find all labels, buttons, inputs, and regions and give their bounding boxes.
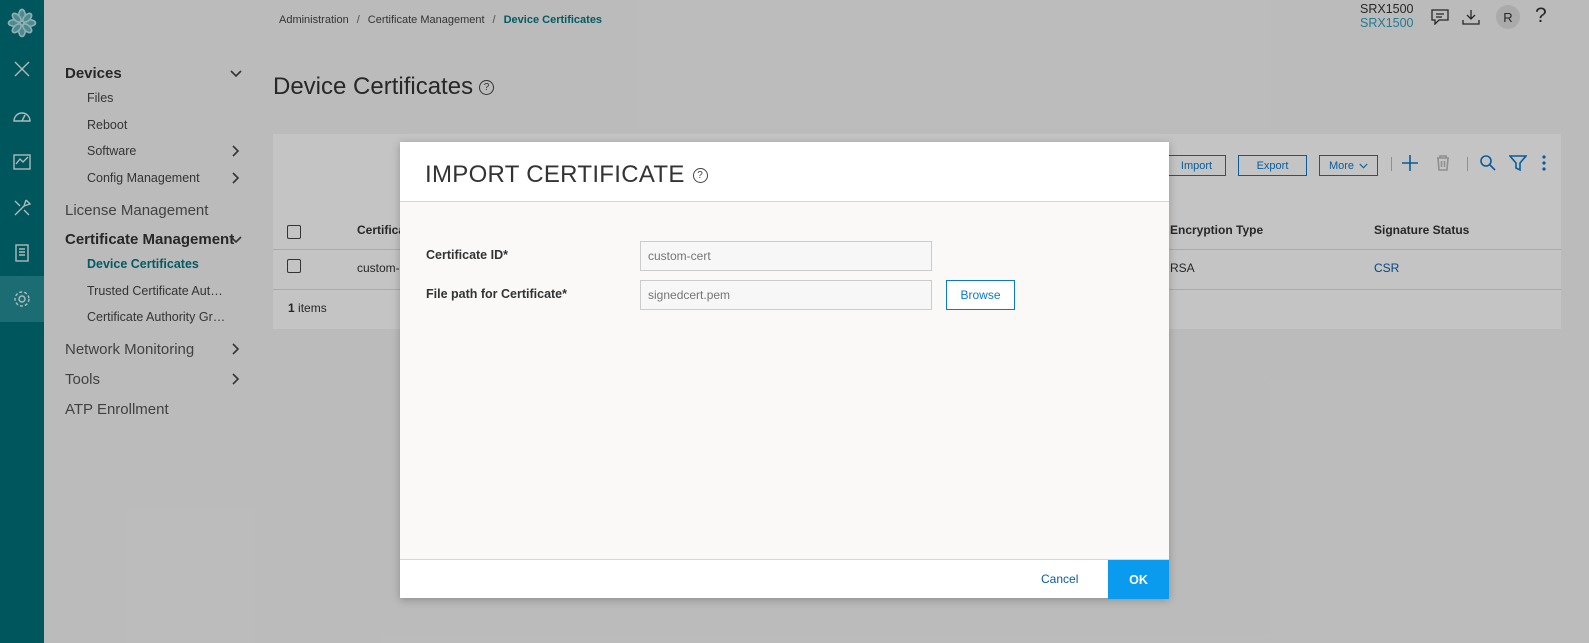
dialog-footer: Cancel OK — [400, 559, 1169, 599]
dialog-title-text: IMPORT CERTIFICATE — [425, 161, 685, 188]
import-certificate-dialog: IMPORT CERTIFICATE? Certificate ID* File… — [400, 142, 1169, 599]
file-path-input[interactable] — [640, 280, 932, 310]
file-path-label: File path for Certificate* — [426, 287, 567, 301]
certificate-id-label: Certificate ID* — [426, 248, 508, 262]
help-circle-icon[interactable]: ? — [692, 168, 708, 184]
ok-button[interactable]: OK — [1108, 560, 1169, 599]
dialog-header: IMPORT CERTIFICATE? — [400, 142, 1169, 202]
browse-button[interactable]: Browse — [946, 280, 1015, 310]
cancel-button[interactable]: Cancel — [1041, 572, 1078, 586]
certificate-id-input[interactable] — [640, 241, 932, 271]
dialog-title: IMPORT CERTIFICATE? — [425, 161, 708, 189]
